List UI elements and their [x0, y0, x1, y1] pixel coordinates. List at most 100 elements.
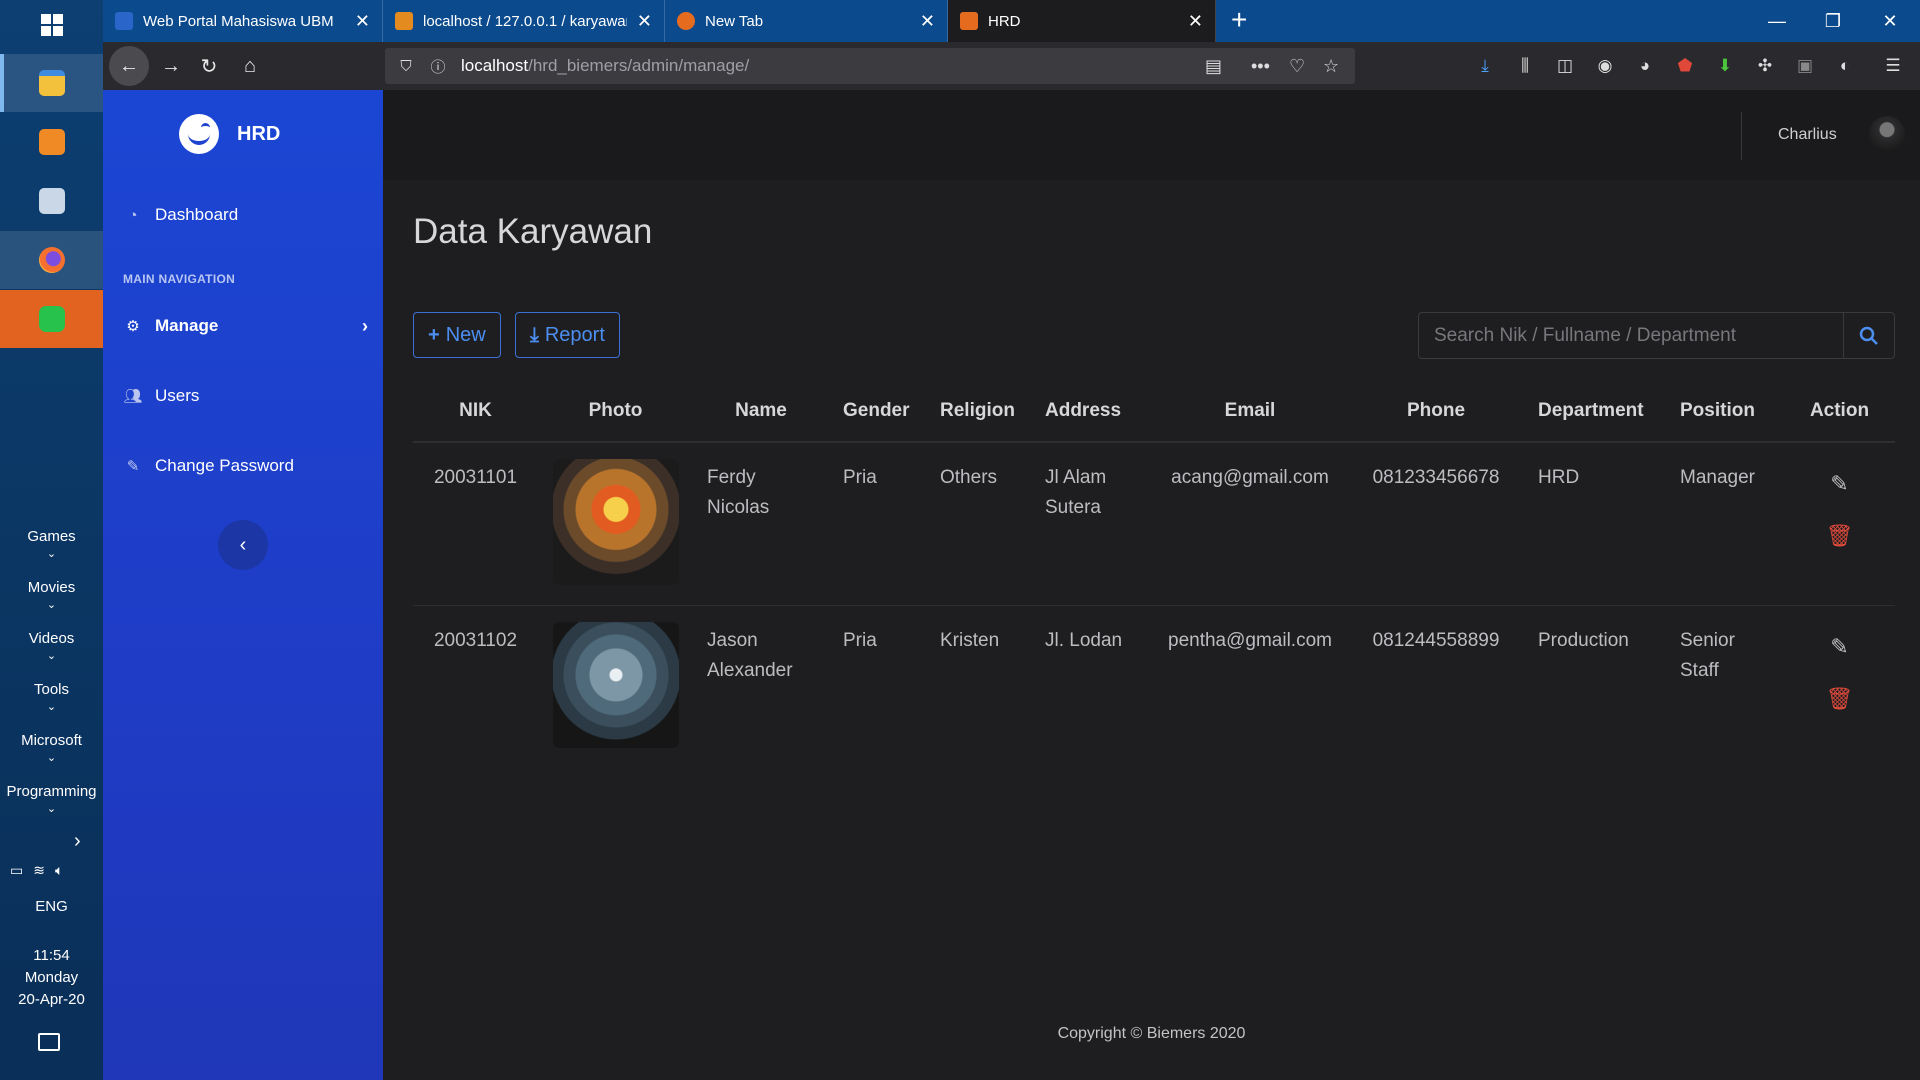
- browser-tab[interactable]: New Tab ✕: [665, 0, 948, 42]
- column-header: Position: [1666, 380, 1784, 443]
- taskbar-media-player[interactable]: [0, 113, 103, 171]
- cell-email: pentha@gmail.com: [1168, 630, 1332, 651]
- taskbar-remote-desktop[interactable]: [0, 172, 103, 230]
- extension-ghost-icon[interactable]: ◕: [1633, 54, 1657, 78]
- column-header: NIK: [413, 380, 538, 443]
- tab-title: New Tab: [705, 12, 764, 30]
- taskbar-group-videos[interactable]: Videos ⌄: [0, 630, 103, 662]
- restore-icon[interactable]: ❐: [1805, 0, 1861, 42]
- input-language[interactable]: ENG: [0, 898, 103, 915]
- extension-shield-icon[interactable]: ⬟: [1673, 54, 1697, 78]
- url-host: localhost: [461, 56, 529, 75]
- column-header: Gender: [829, 380, 926, 443]
- chevron-right-icon[interactable]: ›: [74, 830, 81, 853]
- battery-icon[interactable]: ▭: [10, 862, 23, 879]
- extension-media-icon[interactable]: ▣: [1793, 54, 1817, 78]
- new-tab-icon[interactable]: +: [1231, 4, 1247, 36]
- tracking-shield-icon[interactable]: ⛉: [395, 58, 417, 75]
- column-header: Photo: [538, 380, 693, 443]
- main-content: Data Karyawan + New ⤓ Report Search Nik …: [383, 180, 1920, 1080]
- volume-icon[interactable]: 🔈︎: [55, 862, 63, 879]
- sidebar-toggle-icon[interactable]: ◫: [1553, 54, 1577, 78]
- table-header-row: NIK Photo Name Gender Religion Address E…: [413, 380, 1895, 443]
- close-icon[interactable]: ✕: [1188, 11, 1203, 32]
- employee-photo[interactable]: [552, 459, 679, 585]
- delete-trash-icon[interactable]: 🗑︎: [1826, 521, 1854, 551]
- cell-address: Jl Alam Sutera: [1031, 442, 1152, 606]
- column-header: Email: [1152, 380, 1348, 443]
- cell-department: Production: [1538, 630, 1629, 651]
- new-button[interactable]: + New: [413, 312, 501, 358]
- edit-pencil-icon[interactable]: ✎: [1830, 632, 1848, 662]
- browser-tab-active[interactable]: HRD ✕: [948, 0, 1216, 42]
- browser-tab[interactable]: Web Portal Mahasiswa UBM ✕: [103, 0, 383, 42]
- taskbar-group-programming[interactable]: Programming ⌄: [0, 783, 103, 815]
- sidebar-collapse-button[interactable]: ‹: [218, 520, 268, 570]
- sidebar-item-manage[interactable]: ⚙ Manage ›: [123, 311, 368, 341]
- column-header: Department: [1524, 380, 1666, 443]
- browser-tab[interactable]: localhost / 127.0.0.1 / karyawan ✕: [383, 0, 665, 42]
- column-header: Religion: [926, 380, 1031, 443]
- search-button[interactable]: [1843, 312, 1895, 359]
- back-arrow-icon[interactable]: ←: [109, 46, 149, 86]
- sidebar-item-label: Users: [155, 386, 200, 405]
- system-clock[interactable]: 11:54 Monday 20-Apr-20: [0, 945, 103, 1011]
- brand[interactable]: HRD: [179, 114, 280, 154]
- search-input[interactable]: Search Nik / Fullname / Department: [1418, 312, 1843, 359]
- avatar[interactable]: [1869, 116, 1905, 152]
- taskbar-file-explorer[interactable]: [0, 54, 103, 112]
- close-icon[interactable]: ✕: [637, 11, 652, 32]
- cell-phone: 081244558899: [1372, 630, 1500, 651]
- plus-icon: +: [428, 323, 440, 346]
- taskbar-firefox[interactable]: [0, 231, 103, 289]
- pocket-icon[interactable]: ♡: [1289, 48, 1305, 84]
- delete-trash-icon[interactable]: 🗑︎: [1826, 684, 1854, 714]
- notification-center-icon[interactable]: [38, 1033, 60, 1051]
- user-name[interactable]: Charlius: [1778, 126, 1837, 144]
- windows-start-button[interactable]: [0, 0, 103, 50]
- monitor-icon: [38, 188, 65, 214]
- employee-photo[interactable]: [552, 622, 679, 748]
- taskbar-group-microsoft[interactable]: Microsoft ⌄: [0, 732, 103, 764]
- report-button-label: Report: [544, 323, 605, 346]
- site-info-icon[interactable]: ⓘ: [427, 56, 449, 77]
- sidebar-item-change-password[interactable]: ✎ Change Password: [123, 451, 368, 481]
- taskbar-group-tools[interactable]: Tools ⌄: [0, 681, 103, 713]
- group-label: Videos: [28, 630, 75, 647]
- close-icon[interactable]: ✕: [355, 11, 370, 32]
- downloads-icon[interactable]: ⤓: [1473, 54, 1497, 78]
- cell-position: Manager: [1666, 442, 1784, 606]
- tab-favicon-icon: [960, 12, 978, 30]
- bookmark-star-icon[interactable]: ☆: [1323, 48, 1339, 84]
- users-icon: 👥︎: [123, 388, 143, 405]
- chevron-down-icon: ⌄: [46, 701, 57, 713]
- minimize-icon[interactable]: —: [1749, 0, 1805, 42]
- wifi-icon[interactable]: ≋: [33, 862, 45, 879]
- extension-circle-icon[interactable]: ◐: [1833, 54, 1857, 78]
- reader-view-icon[interactable]: ▤: [1205, 48, 1222, 84]
- sidebar-item-label: Change Password: [155, 456, 294, 475]
- account-icon[interactable]: ◉: [1593, 54, 1617, 78]
- extension-puzzle-icon[interactable]: ✣: [1753, 54, 1777, 78]
- sidebar-item-dashboard[interactable]: ◔ Dashboard: [123, 200, 368, 230]
- library-icon[interactable]: ⫼: [1513, 54, 1537, 78]
- home-icon[interactable]: ⌂: [233, 49, 267, 83]
- taskbar-group-games[interactable]: Games ⌄: [0, 528, 103, 560]
- close-icon[interactable]: ✕: [920, 11, 935, 32]
- sidebar-item-users[interactable]: 👥︎ Users: [123, 381, 368, 411]
- report-button[interactable]: ⤓ Report: [515, 312, 620, 358]
- tab-favicon-icon: [115, 12, 133, 30]
- address-bar[interactable]: ⛉ ⓘ localhost/hrd_biemers/admin/manage/ …: [385, 48, 1355, 84]
- group-label: Games: [27, 528, 76, 545]
- taskbar-group-movies[interactable]: Movies ⌄: [0, 579, 103, 611]
- taskbar-line[interactable]: [0, 290, 103, 348]
- hamburger-menu-icon[interactable]: ☰: [1881, 54, 1905, 78]
- cell-gender: Pria: [843, 630, 877, 651]
- reload-icon[interactable]: ↻: [192, 49, 226, 83]
- edit-pencil-icon[interactable]: ✎: [1830, 469, 1848, 499]
- page-actions-icon[interactable]: •••: [1251, 48, 1270, 84]
- window-close-icon[interactable]: ✕: [1862, 0, 1918, 42]
- extension-download-icon[interactable]: ⬇: [1713, 54, 1737, 78]
- cell-department: HRD: [1524, 442, 1666, 606]
- forward-arrow-icon[interactable]: →: [154, 49, 188, 83]
